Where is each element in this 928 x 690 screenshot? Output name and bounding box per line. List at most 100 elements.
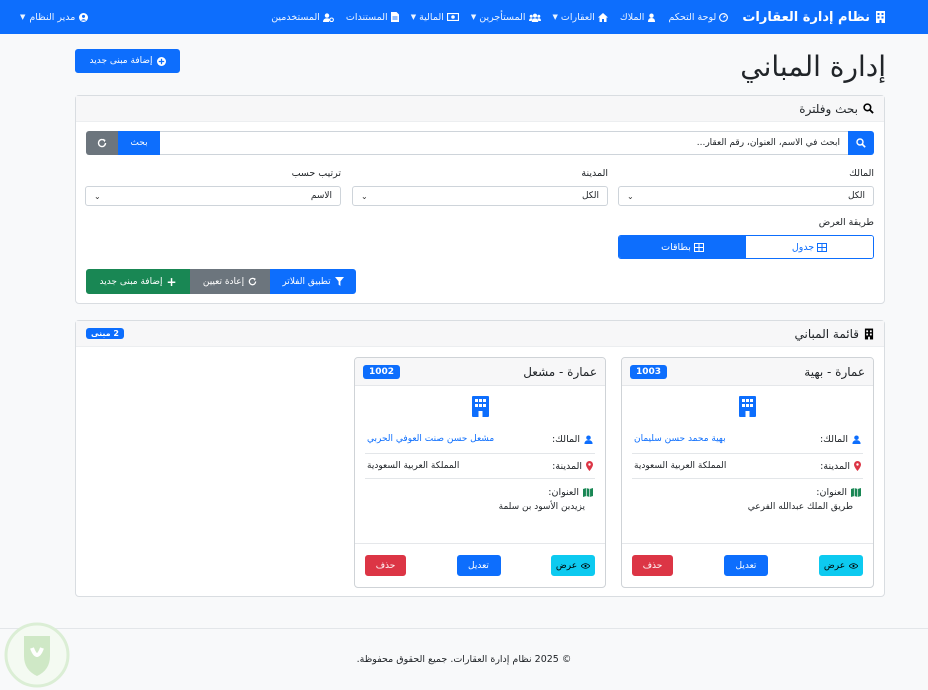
user-icon [584,434,593,444]
city-label-text: المدينة: [552,460,582,472]
sort-select-value: الاسم [310,191,332,201]
user-menu[interactable]: مدير النظام ▼ [20,12,89,23]
chevron-down-icon: ▼ [470,13,477,21]
map-icon [851,487,861,497]
address-label-text: العنوان: [816,486,847,498]
nav-tenants[interactable]: المستأجرين ▼ [471,12,541,23]
nav-finance-label: المالية [419,11,444,23]
footer-text: © 2025 نظام إدارة العقارات. جميع الحقوق … [356,654,572,665]
sort-label: ترتيب حسب [291,168,341,179]
building-card-header: عمارة - مشعل 1002 [355,358,605,386]
owner-label-text: المالك: [819,433,848,445]
city-value: المملكة العربية السعودية [634,461,727,471]
delete-label: حذف [642,560,663,571]
search-input[interactable]: ابحث في الاسم، العنوان، رقم العقار... [160,131,848,155]
search-group: ابحث في الاسم، العنوان، رقم العقار... بح… [86,131,874,155]
address-row: العنوان: [622,486,873,498]
eye-icon [849,562,859,569]
building-card-header: عمارة - بهية 1003 [622,358,873,386]
reset-filters-label: إعادة تعيين [202,276,245,287]
delete-button[interactable]: حذف [632,555,673,576]
city-label: المدينة: [552,461,593,472]
city-select[interactable]: الكل ⌄ [352,186,608,206]
city-label: المدينة: [820,461,861,472]
nav-owners[interactable]: الملاك [620,12,657,23]
map-icon [583,487,593,497]
owner-select[interactable]: الكل ⌄ [618,186,874,206]
address-label: العنوان: [816,487,861,498]
owner-row: المالك: بهية محمد حسن سليمان [622,430,873,448]
nav-properties[interactable]: العقارات ▼ [553,12,608,23]
owner-link[interactable]: مشعل حسن صنت العوفي الحربي [367,434,494,444]
city-row: المدينة: المملكة العربية السعودية [622,454,873,478]
delete-button[interactable]: حذف [365,555,406,576]
building-card-footer: عرض تعديل حذف [622,543,873,587]
view-table-button[interactable]: جدول [746,236,873,258]
building-card-footer: عرض تعديل حذف [355,543,605,587]
city-select-value: الكل [581,191,599,201]
building-icon [622,396,873,418]
chevron-down-icon: ▼ [20,13,26,21]
refresh-icon [97,138,107,148]
building-name: عمارة - بهية [804,364,865,379]
search-button[interactable]: بحث [118,131,160,155]
filter-header: بحث وفلترة [76,96,884,122]
delete-label: حذف [375,560,396,571]
building-name: عمارة - مشعل [523,364,597,379]
view-toggle: جدول بطاقات [618,235,874,259]
view-cards-label: بطاقات [661,241,691,253]
watermark-logo [2,622,72,688]
address-label: العنوان: [548,487,593,498]
nav-documents-label: المستندات [345,11,388,23]
edit-label: تعديل [735,560,757,571]
view-button[interactable]: عرض [819,555,863,576]
nav-documents[interactable]: المستندات [346,12,399,23]
address-row: العنوان: [355,486,605,498]
eye-icon [581,562,591,569]
owner-link[interactable]: بهية محمد حسن سليمان [634,434,726,444]
nav-users[interactable]: المستخدمين [271,12,334,23]
sort-select[interactable]: الاسم ⌄ [85,186,341,206]
nav-dashboard[interactable]: لوحة التحكم [668,11,729,23]
add-building-button[interactable]: إضافة مبنى جديد [75,49,180,73]
edit-button[interactable]: تعديل [724,555,768,576]
address-label-text: العنوان: [548,486,579,498]
user-icon [852,434,861,444]
brand[interactable]: نظام إدارة العقارات [742,10,886,25]
apply-filters-label: تطبيق الفلاتر [282,276,331,287]
owner-label: المالك: [820,434,861,445]
user-tie-icon [648,13,656,22]
users-icon [528,13,541,22]
add-building-button[interactable]: + إضافة مبنى جديد [86,269,190,294]
refresh-icon [248,277,257,286]
reset-filters-button[interactable]: إعادة تعيين [190,269,270,294]
filter-icon [334,277,344,286]
plus-icon: + [166,274,177,289]
owner-label-text: المالك: [551,433,580,445]
city-value: المملكة العربية السعودية [367,461,460,471]
chevron-down-icon: ⌄ [94,191,101,201]
top-navbar: نظام إدارة العقارات لوحة التحكم الملاك ا… [0,0,928,34]
chevron-down-icon: ⌄ [361,191,368,201]
table-icon [817,242,828,252]
gauge-icon [719,12,729,22]
building-icon [355,396,605,418]
nav-finance[interactable]: المالية ▼ [411,12,459,23]
buildings-list-card: قائمة المباني 2 مبنى عمارة - بهية 1003 ا… [75,320,885,597]
city-label-text: المدينة: [820,460,850,472]
edit-button[interactable]: تعديل [456,555,501,576]
nav-dashboard-label: لوحة التحكم [668,11,717,23]
page-footer: © 2025 نظام إدارة العقارات. جميع الحقوق … [0,628,928,690]
search-icon [863,103,874,114]
map-marker-icon [854,461,861,471]
nav-properties-label: العقارات [560,11,595,23]
list-title: قائمة المباني [794,326,859,341]
view-button[interactable]: عرض [551,555,595,576]
view-table-label: جدول [791,241,815,253]
address-value-row: طريق الملك عبدالله الفرعي [622,502,873,512]
apply-filters-button[interactable]: تطبيق الفلاتر [270,269,356,294]
view-label: طريقة العرض [818,217,874,228]
building-icon [876,11,885,23]
reset-search-button[interactable] [86,131,118,155]
view-cards-button[interactable]: بطاقات [619,236,746,258]
